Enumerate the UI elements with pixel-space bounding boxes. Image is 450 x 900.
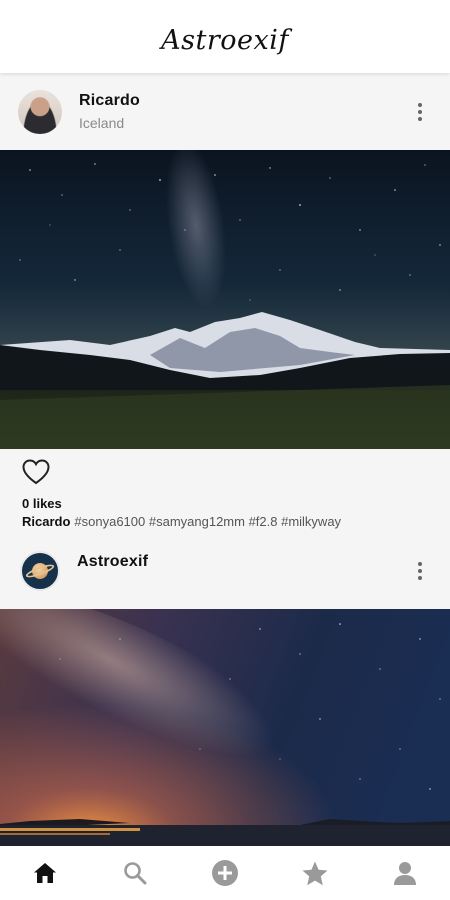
more-vertical-icon — [418, 561, 422, 566]
caption-tags[interactable]: #sonya6100 #samyang12mm #f2.8 #milkyway — [74, 514, 341, 529]
post-username[interactable]: Astroexif — [77, 553, 148, 571]
search-icon — [124, 862, 147, 885]
nav-home[interactable] — [25, 853, 65, 893]
post-caption: Ricardo #sonya6100 #samyang12mm #f2.8 #mi… — [22, 514, 341, 529]
avatar[interactable] — [20, 550, 60, 591]
post-image — [0, 609, 450, 846]
post-user-info: Astroexif — [77, 553, 148, 571]
nav-favorites[interactable] — [295, 853, 335, 893]
add-circle-icon — [212, 860, 238, 886]
more-options-button[interactable] — [412, 559, 428, 583]
nav-add[interactable] — [205, 853, 245, 893]
nav-profile[interactable] — [385, 853, 425, 893]
post-location[interactable]: Iceland — [79, 115, 140, 131]
post-username[interactable]: Ricardo — [79, 92, 140, 110]
app-root: Astroexif Ricardo Iceland 0 likes Ricard… — [0, 0, 450, 900]
post-photo[interactable] — [0, 150, 450, 449]
post-user-info: Ricardo Iceland — [79, 92, 140, 131]
post-header: Ricardo Iceland — [0, 73, 450, 150]
app-logo: Astroexif — [161, 25, 289, 56]
bottom-nav — [0, 846, 450, 900]
avatar[interactable] — [18, 89, 62, 134]
star-icon — [302, 861, 328, 885]
home-icon — [34, 863, 56, 883]
post-header: Astroexif — [0, 532, 450, 609]
person-icon — [394, 862, 416, 885]
nav-search[interactable] — [115, 853, 155, 893]
like-button[interactable] — [22, 459, 50, 485]
heart-outline-icon — [22, 459, 50, 485]
post-photo[interactable] — [0, 609, 450, 846]
likes-count: 0 likes — [22, 496, 62, 511]
post-image — [0, 150, 450, 449]
caption-username[interactable]: Ricardo — [22, 514, 70, 529]
app-header: Astroexif — [0, 0, 450, 73]
more-vertical-icon — [418, 102, 422, 107]
more-options-button[interactable] — [412, 100, 428, 124]
